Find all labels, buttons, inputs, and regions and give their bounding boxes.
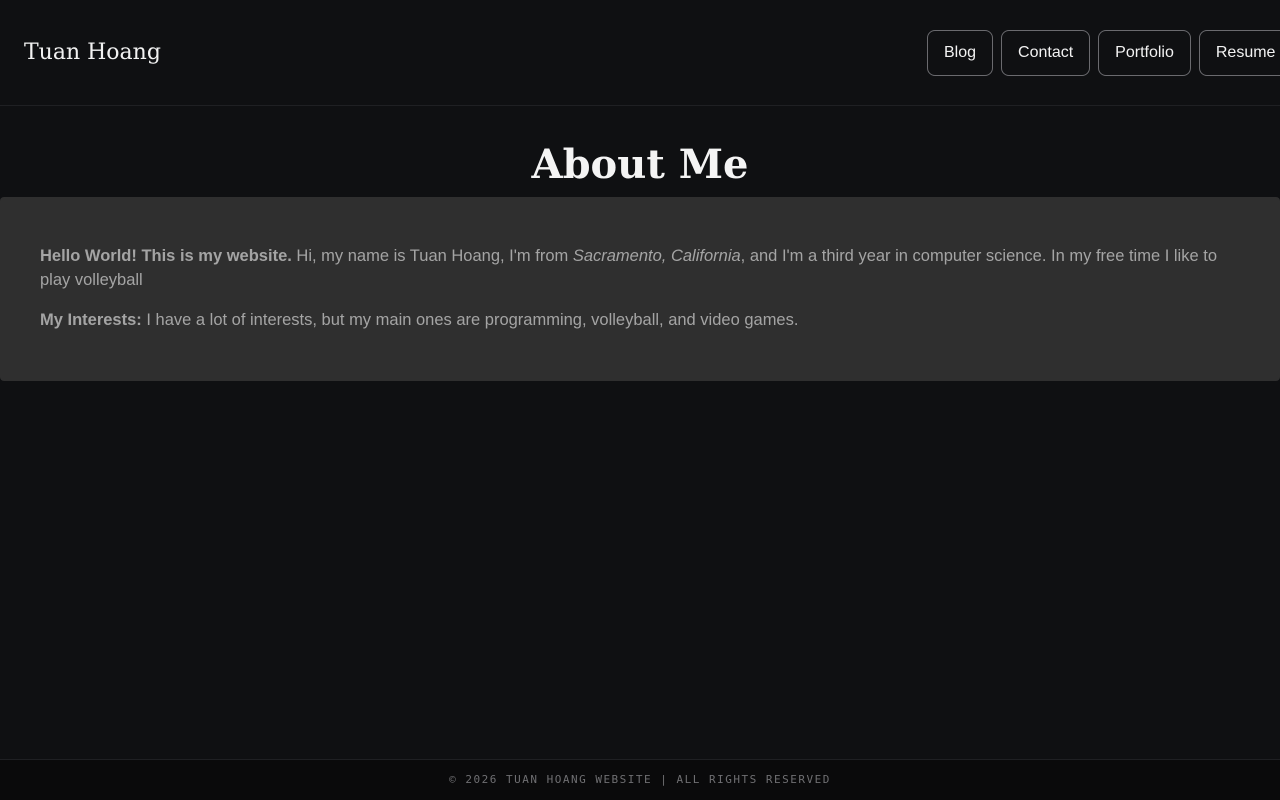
about-section: Hello World! This is my website. Hi, my … — [0, 197, 1280, 381]
interests-paragraph: My Interests: I have a lot of interests,… — [40, 308, 1248, 332]
intro-paragraph: Hello World! This is my website. Hi, my … — [40, 244, 1248, 292]
site-title[interactable]: Tuan Hoang — [24, 40, 161, 65]
copyright-text: © 2026 TUAN HOANG WEBSITE | ALL RIGHTS R… — [449, 773, 831, 786]
nav-blog-button[interactable]: Blog — [927, 30, 994, 76]
interests-text: I have a lot of interests, but my main o… — [141, 311, 799, 329]
intro-location: Sacramento, California — [572, 247, 741, 265]
nav-contact-button[interactable]: Contact — [1001, 30, 1091, 76]
site-footer: © 2026 TUAN HOANG WEBSITE | ALL RIGHTS R… — [0, 759, 1280, 800]
interests-label: My Interests: — [40, 311, 142, 329]
nav-portfolio-button[interactable]: Portfolio — [1098, 30, 1191, 76]
intro-lead: Hello World! This is my website. — [40, 247, 292, 265]
site-header: Tuan Hoang Blog Contact Portfolio Resume — [0, 0, 1280, 106]
page-title: About Me — [531, 141, 749, 188]
nav-resume-button[interactable]: Resume — [1198, 30, 1280, 76]
intro-text-before: Hi, my name is Tuan Hoang, I'm from — [291, 247, 573, 265]
main-nav: Blog Contact Portfolio Resume — [927, 30, 1280, 76]
